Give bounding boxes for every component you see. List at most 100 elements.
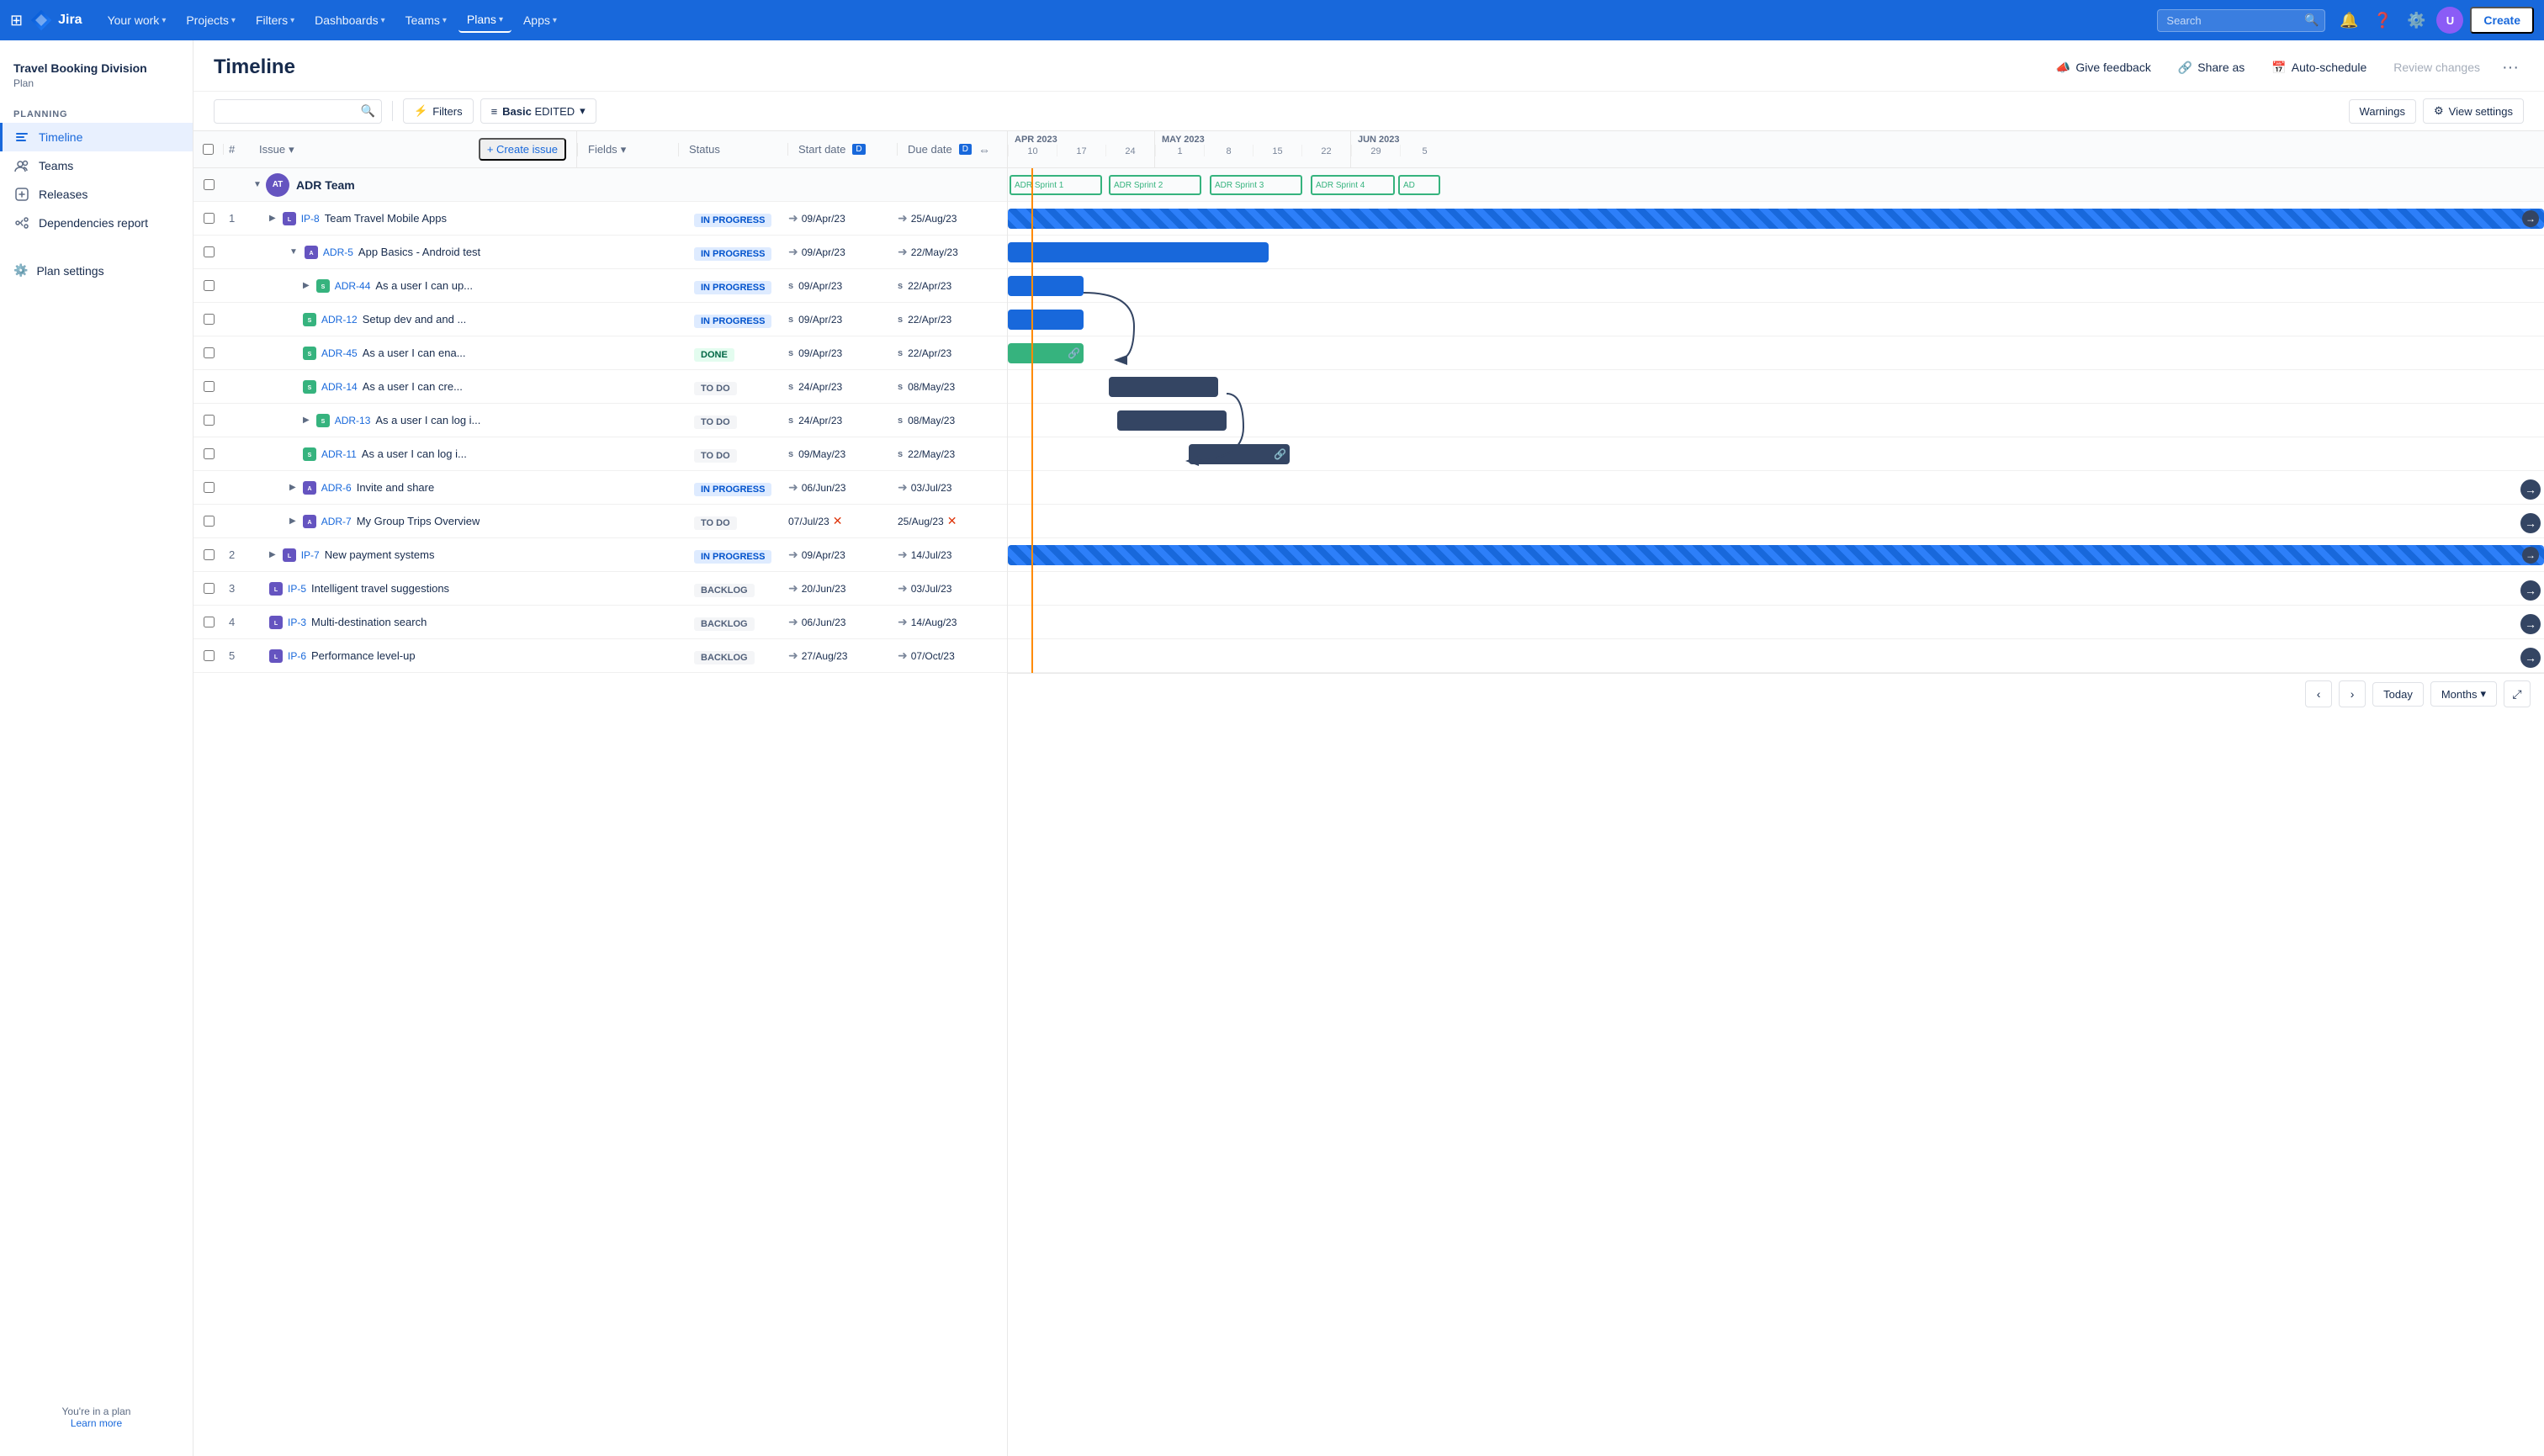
sidebar-item-plan-settings[interactable]: ⚙️ Plan settings [0,257,193,283]
gantt-prev-button[interactable]: ‹ [2305,680,2332,707]
due-date-col-header[interactable]: Start date D [788,143,898,156]
table-row[interactable]: 2 ▶ L IP-7 New payment systems IN PROGRE… [193,538,1007,572]
issue-search-input[interactable] [214,99,382,124]
nav-your-work[interactable]: Your work ▾ [99,8,175,32]
expand-icon[interactable]: ▶ [289,483,296,492]
view-settings-button[interactable]: ⚙ View settings [2423,98,2524,124]
months-button[interactable]: Months ▾ [2430,681,2497,707]
auto-schedule-button[interactable]: 📅 Auto-schedule [2261,56,2377,80]
issue-key[interactable]: IP-7 [301,549,320,561]
table-row[interactable]: ▶ S ADR-44 As a user I can up... IN PROG… [193,269,1007,303]
nav-projects[interactable]: Projects ▾ [178,8,244,32]
issue-key[interactable]: ADR-14 [321,381,358,393]
issue-key[interactable]: IP-5 [288,583,306,595]
row-checkbox[interactable] [204,650,215,661]
nav-teams[interactable]: Teams ▾ [397,8,455,32]
warnings-button[interactable]: Warnings [2349,99,2416,124]
issue-key[interactable]: IP-3 [288,617,306,628]
group-header-row[interactable]: ▼ AT ADR Team [193,168,1007,202]
issue-key[interactable]: IP-6 [288,650,306,662]
table-row[interactable]: S ADR-14 As a user I can cre... TO DO s2… [193,370,1007,404]
table-row[interactable]: 1 ▶ L IP-8 Team Travel Mobile Apps IN PR… [193,202,1007,236]
expand-icon[interactable]: ▶ [289,516,296,526]
filters-button[interactable]: ⚡ Filters [403,98,474,124]
gantt-next-button[interactable]: › [2339,680,2366,707]
row-checkbox[interactable] [204,583,215,594]
settings-icon[interactable]: ⚙️ [2403,7,2430,34]
logo[interactable]: Jira [29,8,82,32]
help-icon[interactable]: ❓ [2369,7,2396,34]
table-row[interactable]: S ADR-45 As a user I can ena... DONE s09… [193,336,1007,370]
table-row[interactable]: S ADR-12 Setup dev and and ... IN PROGRE… [193,303,1007,336]
gantt-rows: ADR Sprint 1 ADR Sprint 2 ADR Sprint 3 A… [1008,168,2544,673]
today-button[interactable]: Today [2372,682,2424,707]
grid-icon[interactable]: ⊞ [10,12,23,29]
toolbar: 🔍 ⚡ Filters ≡ Basic EDITED ▾ Warnings ⚙ … [193,92,2544,131]
sidebar-item-teams[interactable]: Teams [0,151,193,180]
expand-icon[interactable]: ▶ [269,550,276,559]
expand-icon[interactable]: ▶ [269,214,276,223]
more-options-button[interactable]: ··· [2497,54,2524,81]
table-row[interactable]: 5 L IP-6 Performance level-up BACKLOG ➜2… [193,639,1007,673]
table-row[interactable]: 4 L IP-3 Multi-destination search BACKLO… [193,606,1007,639]
due-col-header[interactable]: Due date D ⇔ [898,143,1007,156]
dependencies-icon [13,214,30,231]
table-row[interactable]: S ADR-11 As a user I can log i... TO DO … [193,437,1007,471]
group-expand-icon[interactable]: ▼ [249,180,266,189]
issue-key[interactable]: ADR-6 [321,482,352,494]
issue-key[interactable]: ADR-7 [321,516,352,527]
table-row[interactable]: 3 L IP-5 Intelligent travel suggestions … [193,572,1007,606]
table-row[interactable]: ▶ S ADR-13 As a user I can log i... TO D… [193,404,1007,437]
nav-dashboards[interactable]: Dashboards ▾ [306,8,394,32]
issue-key[interactable]: ADR-5 [323,246,353,258]
expand-all-button[interactable]: ⤢ [2504,680,2531,707]
expand-icon[interactable]: ▶ [303,416,310,425]
select-all-checkbox[interactable] [203,144,214,155]
sidebar-item-dependencies[interactable]: Dependencies report [0,209,193,237]
expand-icon[interactable]: ▶ [303,281,310,290]
issue-key[interactable]: ADR-13 [335,415,371,426]
row-checkbox[interactable] [204,213,215,224]
row-checkbox[interactable] [204,347,215,358]
table-row[interactable]: ▶ A ADR-6 Invite and share IN PROGRESS ➜… [193,471,1007,505]
start-date-col-header[interactable]: Status [679,143,788,156]
create-button[interactable]: Create [2470,7,2534,34]
sidebar-item-timeline[interactable]: Timeline [0,123,193,151]
search-input[interactable] [2157,9,2325,32]
issue-key[interactable]: ADR-12 [321,314,358,326]
nav-plans[interactable]: Plans ▾ [458,8,511,33]
nav-filters[interactable]: Filters ▾ [247,8,303,32]
create-issue-button[interactable]: + Create issue [479,138,566,161]
row-checkbox[interactable] [204,482,215,493]
issue-key[interactable]: ADR-11 [321,448,357,460]
issue-col-header[interactable]: Issue ▾ + Create issue [249,131,577,167]
row-checkbox[interactable] [204,280,215,291]
nav-apps[interactable]: Apps ▾ [515,8,565,32]
row-checkbox[interactable] [204,381,215,392]
expand-cols-icon[interactable]: ⇔ [978,143,990,156]
svg-text:A: A [307,486,311,492]
review-changes-button[interactable]: Review changes [2383,56,2490,79]
row-checkbox[interactable] [204,516,215,527]
row-checkbox[interactable] [204,246,215,257]
issue-key[interactable]: IP-8 [301,213,320,225]
basic-button[interactable]: ≡ Basic EDITED ▾ [480,98,596,124]
table-row[interactable]: ▶ A ADR-7 My Group Trips Overview TO DO … [193,505,1007,538]
row-checkbox[interactable] [204,314,215,325]
start-date: 09/Apr/23 [798,347,842,359]
table-row[interactable]: ▼ A ADR-5 App Basics - Android test IN P… [193,236,1007,269]
issue-key[interactable]: ADR-44 [335,280,371,292]
share-as-button[interactable]: 🔗 Share as [2168,56,2255,80]
status-col-header[interactable]: Fields ▾ [578,143,679,156]
sidebar-item-releases[interactable]: Releases [0,180,193,209]
expand-icon[interactable]: ▼ [289,247,298,257]
learn-more-link[interactable]: Learn more [71,1417,122,1429]
row-checkbox[interactable] [204,415,215,426]
give-feedback-button[interactable]: 📣 Give feedback [2046,56,2161,80]
notifications-icon[interactable]: 🔔 [2335,7,2362,34]
row-checkbox[interactable] [204,617,215,627]
avatar[interactable]: U [2436,7,2463,34]
issue-key[interactable]: ADR-45 [321,347,358,359]
row-checkbox[interactable] [204,549,215,560]
row-checkbox[interactable] [204,448,215,459]
